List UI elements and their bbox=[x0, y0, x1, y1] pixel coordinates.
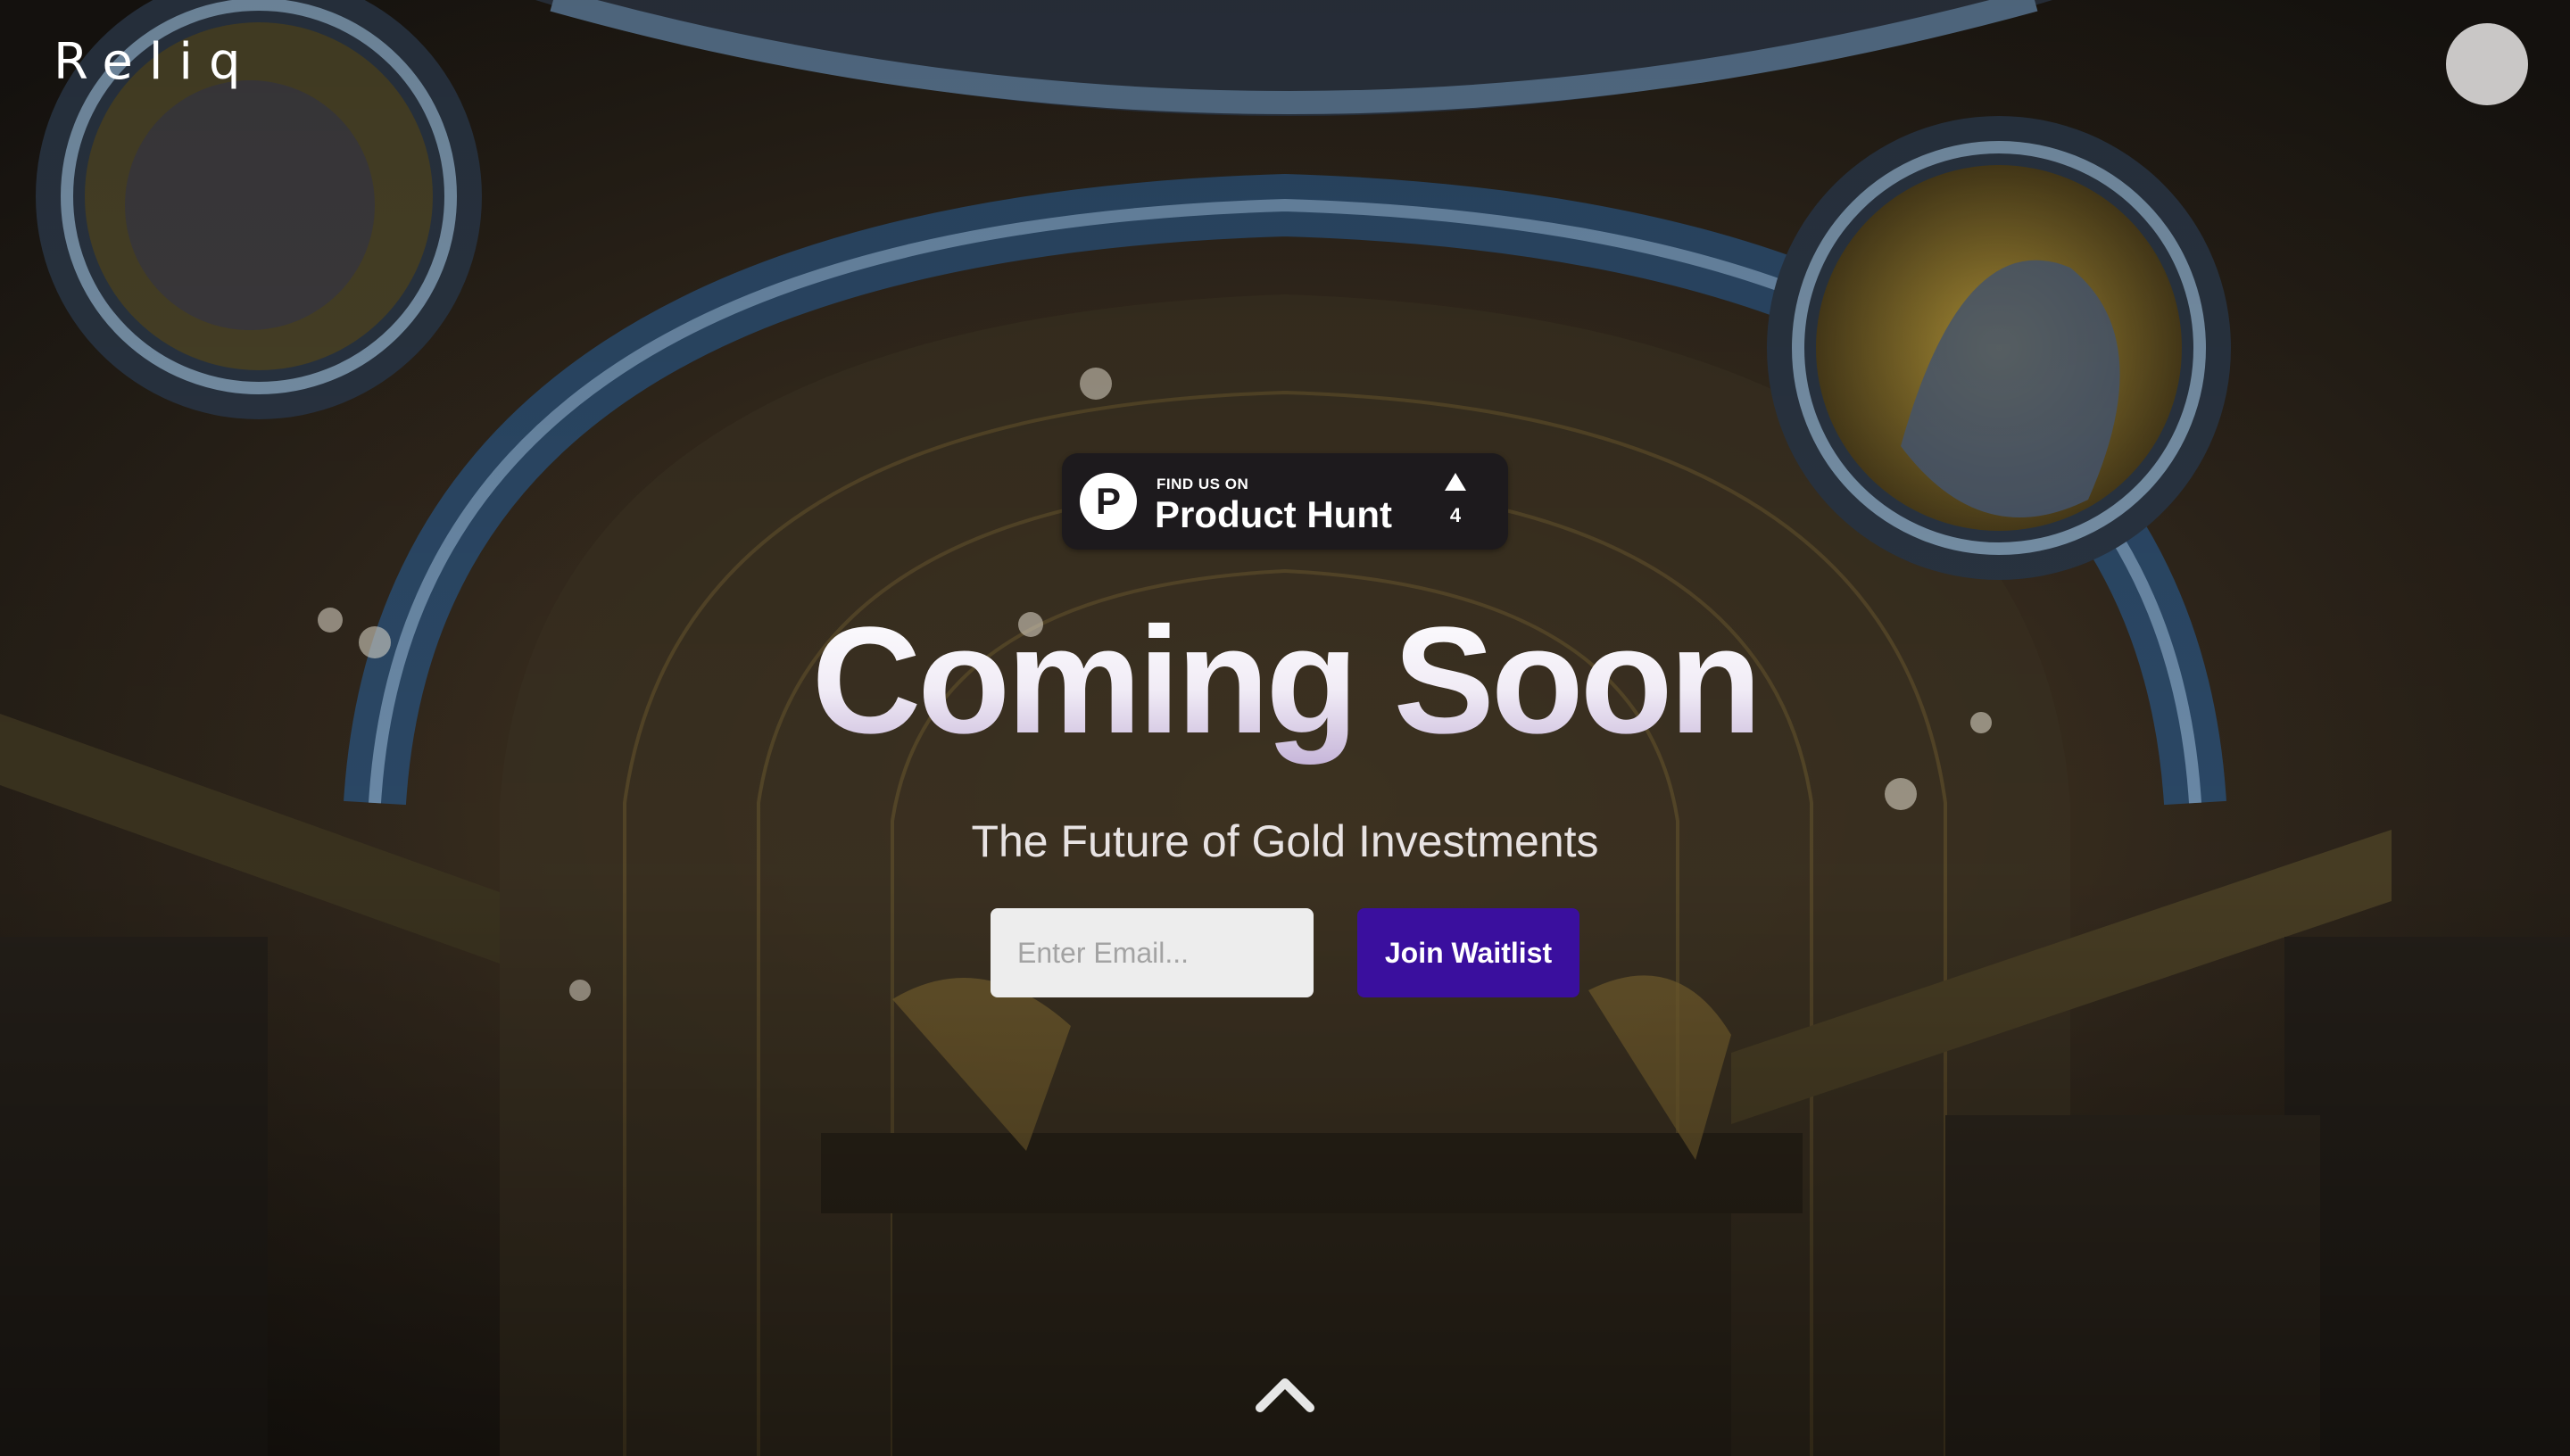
join-waitlist-button[interactable]: Join Waitlist bbox=[1357, 908, 1579, 997]
email-input[interactable] bbox=[991, 908, 1314, 997]
product-hunt-name: Product Hunt bbox=[1155, 493, 1392, 535]
product-hunt-eyebrow: FIND US ON bbox=[1156, 476, 1249, 492]
page-title: Coming Soon bbox=[0, 596, 2570, 765]
product-hunt-badge[interactable]: P FIND US ON Product Hunt 4 bbox=[1062, 453, 1508, 550]
page-subtitle: The Future of Gold Investments bbox=[971, 816, 1599, 866]
upvote-count: 4 bbox=[1449, 504, 1462, 526]
landing-page: Reliq P FIND US ON Product Hunt 4 Coming… bbox=[0, 0, 2570, 1456]
chevron-up-icon[interactable] bbox=[1253, 1374, 1317, 1415]
user-avatar[interactable] bbox=[2446, 23, 2528, 105]
product-hunt-logo-icon: P bbox=[1080, 473, 1137, 530]
reliq-logo[interactable]: Reliq bbox=[54, 30, 257, 93]
triangle-up-icon bbox=[1445, 473, 1466, 491]
